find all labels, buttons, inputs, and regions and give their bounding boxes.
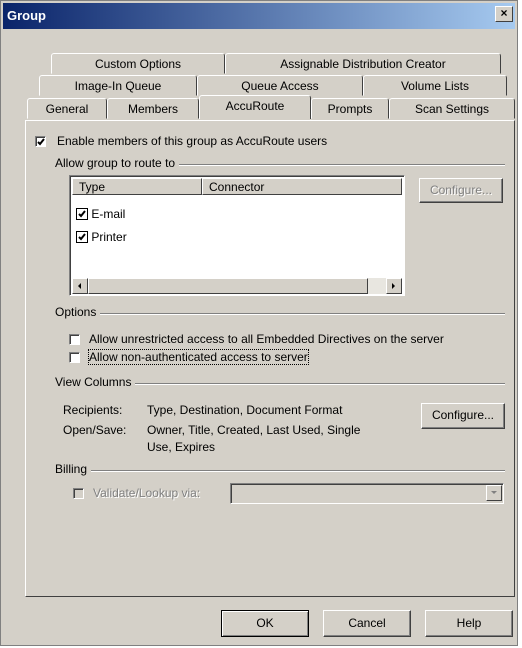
tab-custom-options[interactable]: Custom Options xyxy=(51,53,225,74)
column-header-type[interactable]: Type xyxy=(72,178,202,195)
list-item-label: Printer xyxy=(91,229,127,244)
billing-label: Billing xyxy=(55,462,92,476)
recipients-key: Recipients: xyxy=(63,403,123,417)
column-header-label: Connector xyxy=(209,180,265,194)
tab-prompts[interactable]: Prompts xyxy=(311,98,389,119)
dropdown-button[interactable] xyxy=(486,485,502,501)
billing-divider xyxy=(55,470,505,472)
validate-lookup-checkbox[interactable] xyxy=(73,488,84,499)
recipients-value: Type, Destination, Document Format xyxy=(147,403,343,417)
tab-label: Prompts xyxy=(327,102,373,116)
scroll-thumb[interactable] xyxy=(88,278,368,294)
tab-scan-settings[interactable]: Scan Settings xyxy=(389,98,515,119)
help-button[interactable]: Help xyxy=(425,610,513,637)
chevron-down-icon xyxy=(491,491,497,494)
unrestricted-access-label: Allow unrestricted access to all Embedde… xyxy=(89,332,444,346)
options-divider xyxy=(55,313,505,315)
checkmark-icon xyxy=(37,138,45,146)
list-item[interactable]: E-mail xyxy=(76,206,125,221)
enable-members-checkbox[interactable] xyxy=(35,136,46,147)
opensave-key: Open/Save: xyxy=(63,423,127,437)
route-configure-button[interactable]: Configure... xyxy=(419,178,503,203)
tab-label: Volume Lists xyxy=(400,79,470,93)
email-checkbox[interactable] xyxy=(76,207,88,220)
non-authenticated-checkbox[interactable] xyxy=(69,352,80,363)
opensave-value-line1: Owner, Title, Created, Last Used, Single xyxy=(147,423,361,437)
validate-lookup-select[interactable] xyxy=(230,483,504,504)
scroll-left-button[interactable] xyxy=(72,278,88,294)
button-label: OK xyxy=(256,616,274,630)
tab-label: Assignable Distribution Creator xyxy=(280,57,446,71)
horizontal-scrollbar[interactable] xyxy=(72,278,402,294)
options-label: Options xyxy=(55,305,101,319)
checkmark-icon xyxy=(78,233,86,241)
list-item[interactable]: Printer xyxy=(76,229,127,244)
tab-members[interactable]: Members xyxy=(107,98,199,119)
column-header-label: Type xyxy=(79,180,106,194)
tab-queue-access[interactable]: Queue Access xyxy=(197,75,363,96)
close-button[interactable]: × xyxy=(495,6,513,22)
unrestricted-access-checkbox[interactable] xyxy=(69,334,80,345)
route-list[interactable]: Type Connector E-mail Printer xyxy=(69,175,405,296)
opensave-value-line2: Use, Expires xyxy=(147,440,216,454)
tab-label: AccuRoute xyxy=(225,99,285,113)
cancel-button[interactable]: Cancel xyxy=(323,610,411,637)
tab-image-in-queue[interactable]: Image-In Queue xyxy=(39,75,197,96)
view-columns-label: View Columns xyxy=(55,375,136,389)
ok-button[interactable]: OK xyxy=(221,610,309,637)
view-columns-configure-button[interactable]: Configure... xyxy=(421,403,505,429)
checkmark-icon xyxy=(78,210,86,218)
tab-label: Custom Options xyxy=(94,57,182,71)
list-item-label: E-mail xyxy=(91,206,126,221)
non-authenticated-label: Allow non-authenticated access to server xyxy=(88,349,309,365)
button-label: Configure... xyxy=(431,408,495,422)
tab-label: Scan Settings xyxy=(414,102,490,116)
title-bar[interactable]: Group × xyxy=(3,3,515,29)
column-header-connector[interactable]: Connector xyxy=(202,178,402,195)
arrow-left-icon xyxy=(78,283,81,289)
button-label: Help xyxy=(456,616,482,630)
tab-assignable-distribution-creator[interactable]: Assignable Distribution Creator xyxy=(225,53,501,74)
group-dialog: Group × Custom Options Assignable Distri… xyxy=(0,0,518,646)
scroll-right-button[interactable] xyxy=(386,278,402,294)
arrow-right-icon xyxy=(392,283,395,289)
window-title: Group xyxy=(7,8,46,23)
tab-label: General xyxy=(45,102,89,116)
tab-general[interactable]: General xyxy=(27,98,107,119)
printer-checkbox[interactable] xyxy=(76,230,88,243)
tab-volume-lists[interactable]: Volume Lists xyxy=(363,75,507,96)
tab-label: Queue Access xyxy=(241,79,319,93)
tab-accuroute[interactable]: AccuRoute xyxy=(199,95,311,119)
validate-lookup-label: Validate/Lookup via: xyxy=(93,486,201,500)
button-label: Cancel xyxy=(348,616,386,630)
route-group-label: Allow group to route to xyxy=(55,156,180,170)
close-icon: × xyxy=(500,6,508,20)
button-label: Configure... xyxy=(429,183,493,197)
tab-label: Members xyxy=(127,102,178,116)
enable-members-label: Enable members of this group as AccuRout… xyxy=(57,134,328,148)
tab-label: Image-In Queue xyxy=(74,79,162,93)
